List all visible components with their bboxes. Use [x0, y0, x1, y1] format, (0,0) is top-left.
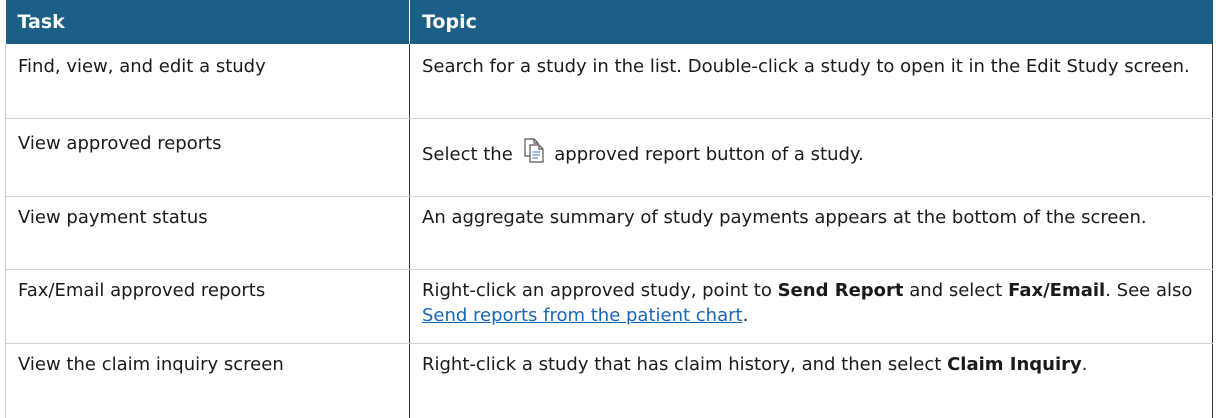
table-row: View payment status An aggregate summary…: [6, 197, 1213, 270]
task-topic-table: Task Topic Find, view, and edit a study …: [5, 0, 1213, 418]
table-row: Fax/Email approved reports Right-click a…: [6, 270, 1213, 344]
task-cell: View approved reports: [6, 119, 410, 197]
topic-cell: Right-click an approved study, point to …: [410, 270, 1213, 344]
topic-text: and select: [909, 280, 1002, 301]
table-header-row: Task Topic: [6, 0, 1213, 44]
task-cell: View payment status: [6, 197, 410, 270]
table-row: View approved reports Select the approve…: [6, 119, 1213, 197]
approved-report-icon: [523, 137, 545, 163]
topic-cell: Right-click a study that has claim histo…: [410, 344, 1213, 418]
send-report-term: Send Report: [778, 280, 904, 301]
topic-text: .: [743, 305, 749, 326]
topic-text: Select the: [422, 144, 513, 165]
send-reports-link[interactable]: Send reports from the patient chart: [422, 305, 743, 326]
topic-cell: Select the approved report button of a s…: [410, 119, 1213, 197]
fax-email-term: Fax/Email: [1008, 280, 1105, 301]
table-row: Find, view, and edit a study Search for …: [6, 44, 1213, 119]
topic-text: approved report button of a study.: [554, 144, 863, 165]
claim-inquiry-term: Claim Inquiry: [947, 354, 1082, 375]
topic-text: . See also: [1105, 280, 1192, 301]
topic-text: Right-click an approved study, point to: [422, 280, 772, 301]
topic-cell: Search for a study in the list. Double-c…: [410, 44, 1213, 119]
topic-text: Right-click a study that has claim histo…: [422, 354, 941, 375]
topic-text: .: [1082, 354, 1088, 375]
header-task: Task: [6, 0, 410, 44]
topic-cell: An aggregate summary of study payments a…: [410, 197, 1213, 270]
task-cell: Find, view, and edit a study: [6, 44, 410, 119]
table-row: View the claim inquiry screen Right-clic…: [6, 344, 1213, 418]
task-cell: View the claim inquiry screen: [6, 344, 410, 418]
task-cell: Fax/Email approved reports: [6, 270, 410, 344]
header-topic: Topic: [410, 0, 1213, 44]
